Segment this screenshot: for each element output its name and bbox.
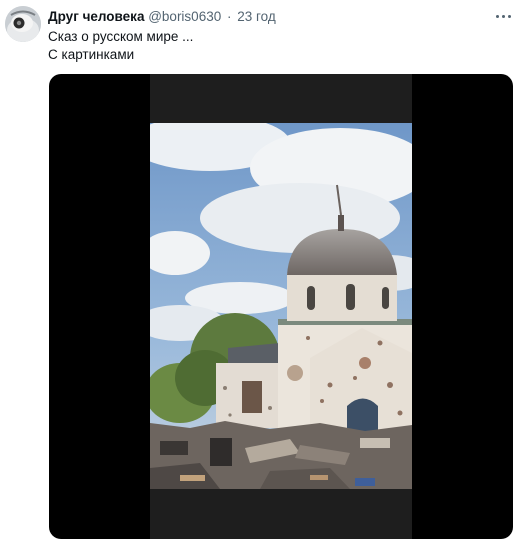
tweet-text: Сказ о русском мире ... С картинками (48, 28, 193, 64)
header-separator: · (226, 9, 232, 24)
avatar[interactable] (5, 6, 41, 42)
church-picture (150, 123, 412, 489)
tweet-text-line: С картинками (48, 47, 135, 62)
more-options-icon[interactable] (492, 7, 514, 25)
avatar-image (5, 6, 41, 42)
author-display-name[interactable]: Друг человека (48, 9, 144, 24)
author-handle[interactable]: @boris0630 (148, 9, 221, 24)
tweet-header: Друг человека @boris0630 · 23 год (48, 8, 276, 26)
video-frame-church (150, 123, 412, 489)
tweet: Друг человека @boris0630 · 23 год Сказ о… (0, 0, 528, 545)
tweet-timestamp[interactable]: 23 год (237, 9, 275, 24)
tweet-text-line: Сказ о русском мире ... (48, 29, 194, 44)
tweet-video[interactable] (49, 74, 513, 539)
